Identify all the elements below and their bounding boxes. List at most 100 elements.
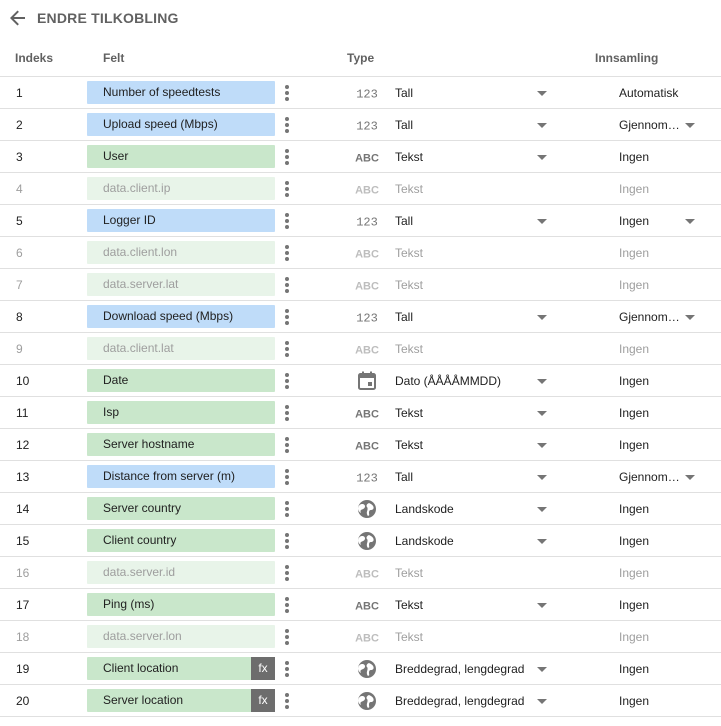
more-vert-icon[interactable] [280, 371, 294, 391]
type-dropdown-arrow-icon[interactable] [537, 539, 547, 544]
type-dropdown-arrow-icon[interactable] [537, 443, 547, 448]
field-type: Tekst [395, 630, 424, 644]
type-dropdown-arrow-icon[interactable] [537, 219, 547, 224]
field-name-chip[interactable]: Server country [87, 497, 275, 520]
type-dropdown-arrow-icon[interactable] [537, 155, 547, 160]
more-vert-icon[interactable] [280, 691, 294, 711]
more-vert-icon[interactable] [280, 307, 294, 327]
type-dropdown-arrow-icon[interactable] [537, 507, 547, 512]
more-vert-icon[interactable] [280, 275, 294, 295]
type-dropdown-arrow-icon[interactable] [537, 475, 547, 480]
field-type[interactable]: Breddegrad, lengdegrad [395, 662, 524, 676]
more-vert-icon[interactable] [280, 467, 294, 487]
field-name-chip[interactable]: Distance from server (m) [87, 465, 275, 488]
more-vert-icon[interactable] [280, 211, 294, 231]
field-name-chip[interactable]: data.server.lat [87, 273, 275, 296]
back-arrow-icon[interactable] [8, 8, 28, 28]
svg-text:123: 123 [356, 120, 378, 134]
field-name-chip[interactable]: data.client.ip [87, 177, 275, 200]
field-name-chip[interactable]: Isp [87, 401, 275, 424]
field-name-chip[interactable]: Number of speedtests [87, 81, 275, 104]
field-name-chip[interactable]: Server hostname [87, 433, 275, 456]
more-vert-icon[interactable] [280, 179, 294, 199]
more-vert-icon[interactable] [280, 563, 294, 583]
field-type[interactable]: Landskode [395, 502, 454, 516]
type-dropdown-arrow-icon[interactable] [537, 123, 547, 128]
type-dropdown-arrow-icon[interactable] [537, 411, 547, 416]
aggregation-value[interactable]: Ingen [619, 214, 649, 228]
field-name-chip[interactable]: data.client.lon [87, 241, 275, 264]
more-vert-icon[interactable] [280, 83, 294, 103]
more-vert-icon[interactable] [280, 243, 294, 263]
field-name-chip[interactable]: data.client.lat [87, 337, 275, 360]
type-dropdown-arrow-icon[interactable] [537, 315, 547, 320]
more-vert-icon[interactable] [280, 499, 294, 519]
row-index: 19 [16, 662, 30, 676]
more-vert-icon[interactable] [280, 339, 294, 359]
field-type[interactable]: Dato (ÅÅÅÅMMDD) [395, 374, 501, 388]
field-type[interactable]: Tekst [395, 598, 423, 612]
type-dropdown-arrow-icon[interactable] [537, 667, 547, 672]
aggregation-value[interactable]: Gjennom… [619, 310, 680, 324]
field-name-chip[interactable]: Download speed (Mbps) [87, 305, 275, 328]
more-vert-icon[interactable] [280, 147, 294, 167]
field-name-chip[interactable]: Client location [87, 657, 275, 680]
field-name-chip[interactable]: Upload speed (Mbps) [87, 113, 275, 136]
field-type[interactable]: Tall [395, 310, 413, 324]
field-type[interactable]: Tekst [395, 438, 423, 452]
text-abc-icon: ABC [354, 275, 380, 295]
field-name-chip[interactable]: Logger ID [87, 209, 275, 232]
type-dropdown-arrow-icon[interactable] [537, 699, 547, 704]
aggregation-value: Ingen [619, 246, 650, 260]
aggregation-value: Ingen [619, 150, 650, 164]
field-type[interactable]: Tall [395, 214, 413, 228]
field-name-chip[interactable]: data.server.lon [87, 625, 275, 648]
text-abc-icon: ABC [354, 339, 380, 359]
text-abc-icon: ABC [354, 403, 380, 423]
fx-formula-button[interactable]: fx [251, 689, 275, 712]
svg-text:ABC: ABC [355, 601, 379, 613]
number-123-icon: 123 [354, 211, 380, 231]
row-index: 20 [16, 694, 30, 708]
more-vert-icon[interactable] [280, 531, 294, 551]
field-type[interactable]: Tall [395, 118, 413, 132]
aggregation-value: Ingen [619, 502, 650, 516]
top-bar: ENDRE TILKOBLING [0, 0, 721, 36]
fx-formula-button[interactable]: fx [251, 657, 275, 680]
field-name-chip[interactable]: User [87, 145, 275, 168]
row-index: 5 [16, 214, 23, 228]
field-type[interactable]: Tekst [395, 150, 423, 164]
field-type[interactable]: Landskode [395, 534, 454, 548]
table-row: 3 User ABC Tekst Ingen [0, 141, 721, 173]
type-dropdown-arrow-icon[interactable] [537, 603, 547, 608]
field-type[interactable]: Tekst [395, 406, 423, 420]
type-dropdown-arrow-icon[interactable] [537, 91, 547, 96]
field-name-chip[interactable]: Client country [87, 529, 275, 552]
aggregation-dropdown-arrow-icon[interactable] [685, 219, 695, 224]
aggregation-value[interactable]: Gjennom… [619, 470, 680, 484]
aggregation-value: Ingen [619, 278, 650, 292]
more-vert-icon[interactable] [280, 403, 294, 423]
field-type[interactable]: Tall [395, 470, 413, 484]
field-type[interactable]: Breddegrad, lengdegrad [395, 694, 524, 708]
type-dropdown-arrow-icon[interactable] [537, 379, 547, 384]
svg-text:ABC: ABC [355, 249, 379, 261]
more-vert-icon[interactable] [280, 659, 294, 679]
more-vert-icon[interactable] [280, 115, 294, 135]
text-abc-icon: ABC [354, 563, 380, 583]
table-row: 2 Upload speed (Mbps) 123 Tall Gjennom… [0, 109, 721, 141]
aggregation-dropdown-arrow-icon[interactable] [685, 475, 695, 480]
field-name-chip[interactable]: data.server.id [87, 561, 275, 584]
aggregation-value[interactable]: Gjennom… [619, 118, 680, 132]
field-type[interactable]: Tall [395, 86, 413, 100]
svg-text:ABC: ABC [355, 185, 379, 197]
field-name-chip[interactable]: Ping (ms) [87, 593, 275, 616]
aggregation-dropdown-arrow-icon[interactable] [685, 315, 695, 320]
more-vert-icon[interactable] [280, 435, 294, 455]
field-name-chip[interactable]: Server location [87, 689, 275, 712]
more-vert-icon[interactable] [280, 627, 294, 647]
more-vert-icon[interactable] [280, 595, 294, 615]
aggregation-dropdown-arrow-icon[interactable] [685, 123, 695, 128]
row-index: 16 [16, 566, 30, 580]
field-name-chip[interactable]: Date [87, 369, 275, 392]
